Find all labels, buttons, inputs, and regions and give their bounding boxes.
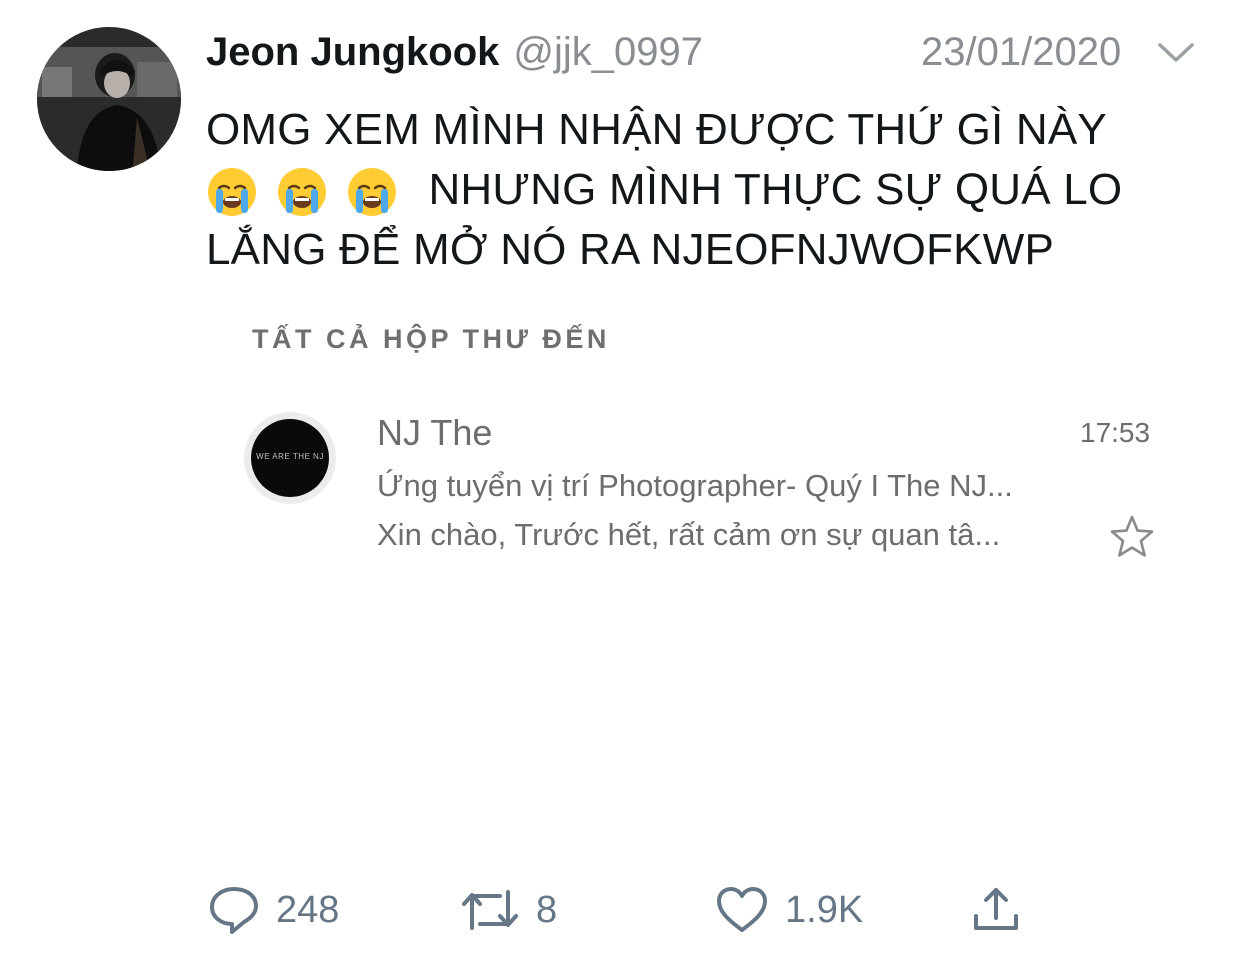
mail-sender-avatar: WE ARE THE NJ [244, 412, 336, 504]
mail-preview: Xin chào, Trước hết, rất cảm ơn sự quan … [377, 517, 1001, 552]
tweet-text: OMG XEM MÌNH NHẬN ĐƯỢC THỨ GÌ NÀY NHƯNG … [206, 100, 1216, 280]
mail-avatar-text: WE ARE THE NJ [256, 452, 324, 461]
loudly-crying-face-icon [346, 166, 398, 218]
retweet-icon [462, 890, 518, 930]
tweet-text-line: NHƯNG MÌNH THỰC SỰ QUÁ LO [206, 160, 1216, 220]
tweet-text-line: OMG XEM MÌNH NHẬN ĐƯỢC THỨ GÌ NÀY [206, 105, 1107, 154]
mail-sender: NJ The [377, 412, 493, 453]
share-icon [974, 888, 1018, 930]
mail-subject: Ứng tuyển vị trí Photographer- Quý I The… [377, 468, 1013, 503]
tweet-header: Jeon Jungkook @jjk_0997 [206, 30, 703, 78]
display-name[interactable]: Jeon Jungkook [206, 30, 499, 75]
tweet-text-segment: NHƯNG MÌNH THỰC SỰ QUÁ LO [428, 165, 1123, 214]
emoji-group [206, 166, 416, 218]
tweet-date: 23/01/2020 [921, 30, 1122, 74]
like-count: 1.9K [785, 888, 864, 931]
share-button[interactable] [970, 883, 1022, 937]
mail-section-title: TẤT CẢ HỘP THƯ ĐẾN [252, 324, 610, 354]
mail-time: 17:53 [1080, 417, 1151, 448]
loudly-crying-face-icon [206, 166, 258, 218]
like-button[interactable]: 1.9K [715, 883, 863, 937]
retweet-count: 8 [536, 888, 558, 931]
tweet-text-line: LẮNG ĐỂ MỞ NÓ RA NJEOFNJWOFKWP [206, 225, 1054, 274]
like-icon [717, 887, 767, 932]
reply-icon [210, 887, 258, 934]
reply-count: 248 [276, 888, 340, 931]
reply-button[interactable]: 248 [208, 883, 339, 937]
chevron-down-icon[interactable] [1156, 40, 1196, 66]
loudly-crying-face-icon [276, 166, 328, 218]
user-handle[interactable]: @jjk_0997 [513, 30, 703, 75]
retweet-button[interactable]: 8 [460, 883, 557, 937]
profile-avatar[interactable] [37, 27, 181, 171]
mail-sender-logo: WE ARE THE NJ [251, 419, 329, 497]
star-outline-icon [1110, 515, 1154, 557]
